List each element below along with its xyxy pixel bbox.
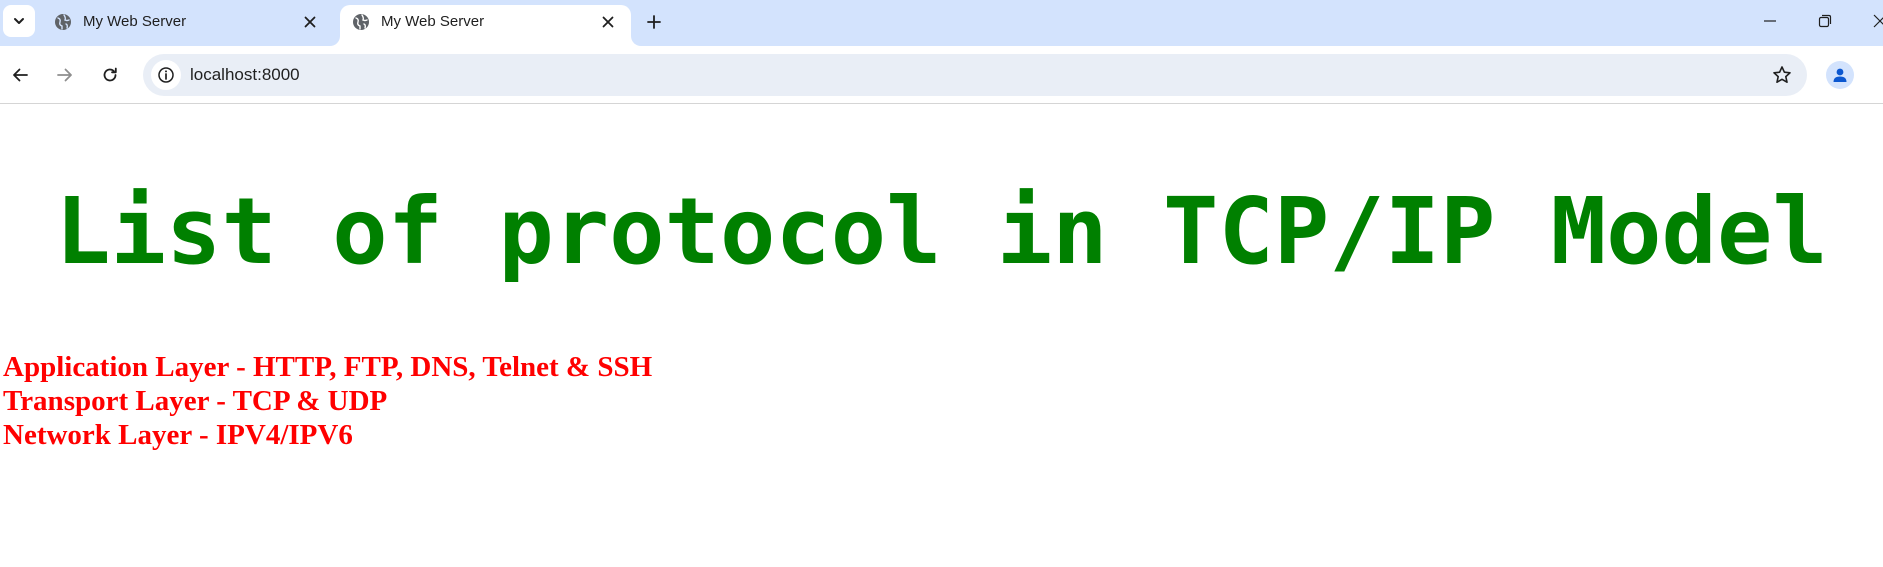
bookmark-button[interactable] [1771,64,1793,86]
arrow-left-icon [13,68,28,82]
site-info-button[interactable] [151,60,181,90]
tab-active[interactable]: My Web Server [340,5,631,46]
tab-title: My Web Server [83,13,187,30]
restore-button[interactable] [1797,0,1853,42]
minimize-icon [1764,20,1776,22]
url-text[interactable]: localhost:8000 [190,65,300,85]
close-icon [602,16,614,28]
profile-button[interactable] [1824,59,1856,91]
protocol-network-layer: Network Layer - IPV4/IPV6 [3,419,353,451]
protocol-application-layer: Application Layer - HTTP, FTP, DNS, Teln… [3,351,653,383]
info-icon [158,67,174,83]
forward-button[interactable] [49,59,81,91]
arrow-right-icon [57,68,72,82]
avatar [1826,61,1854,89]
protocol-transport-layer: Transport Layer - TCP & UDP [3,385,388,417]
reload-icon [103,67,117,82]
tab-close-button[interactable] [301,13,319,31]
protocol-list: Application Layer - HTTP, FTP, DNS, Teln… [3,350,652,452]
tab-title: My Web Server [381,13,485,30]
browser-toolbar: localhost:8000 [0,46,1883,104]
person-icon [1833,68,1847,82]
chevron-down-icon [14,18,24,24]
globe-icon [55,14,71,30]
tab-inactive[interactable]: My Web Server [42,5,333,46]
plus-icon [647,15,661,29]
star-icon [1773,66,1791,83]
globe-icon [353,14,369,30]
address-bar[interactable]: localhost:8000 [143,54,1807,96]
back-button[interactable] [4,59,36,91]
page-title: List of protocol in TCP/IP Model [55,178,1828,285]
reload-button[interactable] [94,59,126,91]
tab-search-button[interactable] [3,5,35,37]
close-icon [304,16,316,28]
page-content: List of protocol in TCP/IP Model Applica… [0,105,1883,567]
minimize-button[interactable] [1742,0,1798,42]
tab-strip: My Web Server My Web Server [0,0,1883,46]
close-icon [1873,14,1883,28]
restore-icon [1818,14,1832,28]
new-tab-button[interactable] [640,8,668,36]
tab-close-button[interactable] [599,13,617,31]
window-close-button[interactable] [1852,0,1883,42]
